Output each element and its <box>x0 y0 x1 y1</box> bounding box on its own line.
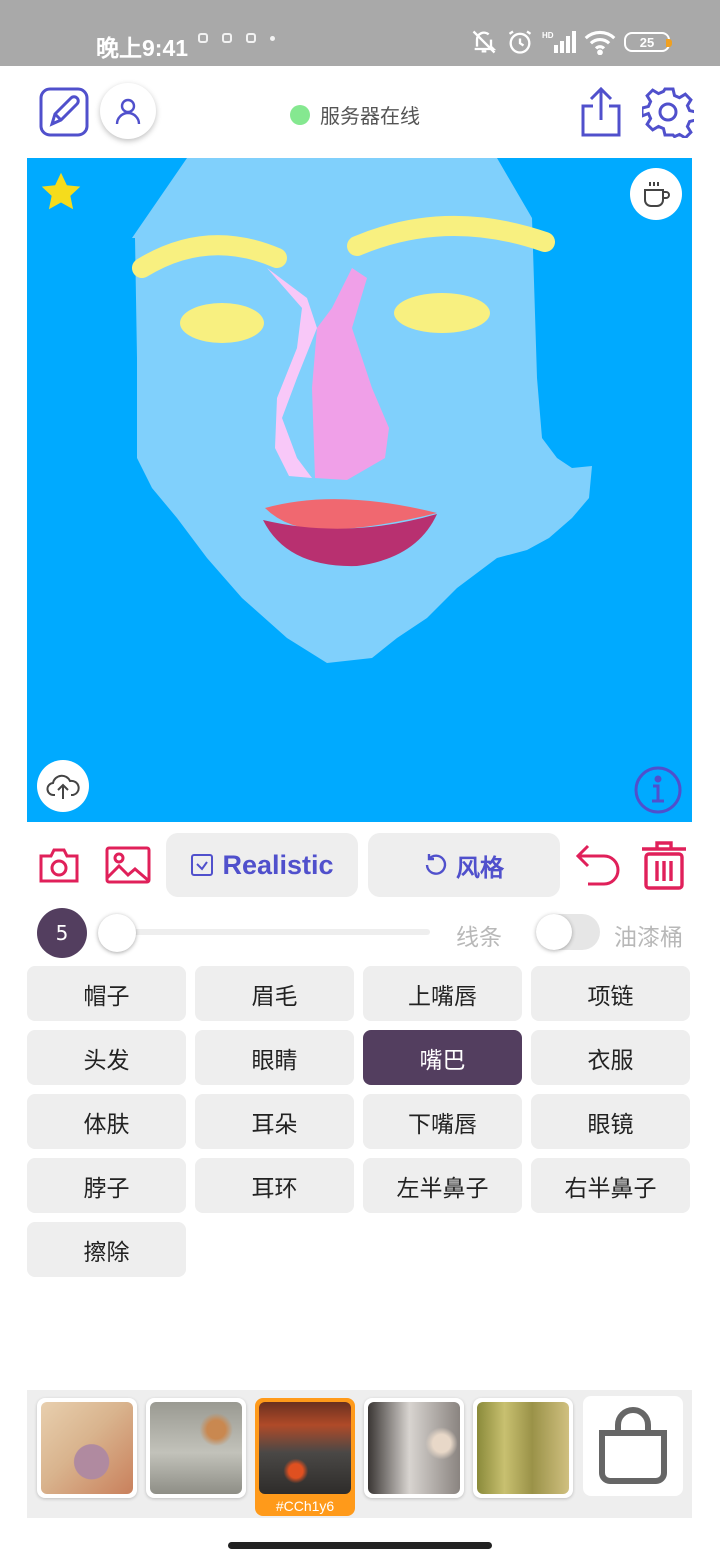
realistic-label: Realistic <box>222 849 334 880</box>
style-thumbnail[interactable] <box>146 1398 246 1498</box>
brush-size-slider-thumb[interactable] <box>98 914 136 952</box>
part-button-eyes[interactable]: 眼睛 <box>195 1030 354 1085</box>
undo-icon[interactable] <box>574 842 624 888</box>
server-status: 服务器在线 <box>290 100 420 129</box>
thumbnail-image <box>41 1402 133 1494</box>
thumbnail-image <box>259 1402 351 1494</box>
thumbnail-image <box>150 1402 242 1494</box>
star-icon[interactable] <box>39 170 83 214</box>
gear-icon[interactable] <box>642 86 694 138</box>
coffee-cup-icon <box>644 182 670 207</box>
coffee-cup-button[interactable] <box>630 168 682 220</box>
info-icon[interactable] <box>632 764 684 816</box>
home-indicator[interactable] <box>228 1542 492 1549</box>
user-icon <box>115 98 141 125</box>
user-profile-button[interactable] <box>100 83 156 139</box>
realistic-button[interactable]: Realistic <box>166 833 358 897</box>
cloud-upload-button[interactable] <box>37 760 89 812</box>
toggle-knob <box>536 914 572 950</box>
part-button-eyebrows[interactable]: 眉毛 <box>195 966 354 1021</box>
part-button-hat[interactable]: 帽子 <box>27 966 186 1021</box>
part-button-ears[interactable]: 耳朵 <box>195 1094 354 1149</box>
checkbox-icon <box>191 854 214 876</box>
status-time: 晚上9:41 <box>96 35 189 61</box>
paint-bucket-toggle[interactable] <box>536 914 600 950</box>
battery-indicator: 25 <box>624 32 672 52</box>
app-header: 服务器在线 <box>0 66 720 158</box>
server-online-dot <box>290 104 310 125</box>
signal-icon: HD <box>542 31 576 53</box>
part-button-clothes[interactable]: 衣服 <box>531 1030 690 1085</box>
sketch-drawing <box>132 158 592 663</box>
thumbnail-image <box>477 1402 569 1494</box>
status-bar: 晚上9:41 HD 25 <box>0 0 720 66</box>
style-thumbnail[interactable] <box>37 1398 137 1498</box>
wifi-icon <box>584 30 616 55</box>
image-icon[interactable] <box>105 846 151 884</box>
server-status-text: 服务器在线 <box>320 104 420 128</box>
paint-bucket-label: 油漆桶 <box>614 925 683 951</box>
shopping-bag-icon <box>599 1407 667 1484</box>
part-button-mouth[interactable]: 嘴巴 <box>363 1030 522 1085</box>
status-icons: HD 25 <box>470 28 672 56</box>
tool-row: Realistic 风格 <box>0 832 720 898</box>
brush-size-badge: 5 <box>37 908 87 958</box>
style-button[interactable]: 风格 <box>368 833 560 897</box>
mute-bell-icon <box>472 30 497 54</box>
brush-size-slider[interactable] <box>98 929 430 935</box>
part-button-erase[interactable]: 擦除 <box>27 1222 186 1277</box>
part-button-neck[interactable]: 脖子 <box>27 1158 186 1213</box>
drawing-canvas[interactable] <box>27 158 692 822</box>
style-thumbnail-strip: #CCh1y6 <box>27 1390 692 1518</box>
share-icon[interactable] <box>578 86 624 138</box>
part-button-left-nose[interactable]: 左半鼻子 <box>363 1158 522 1213</box>
brush-settings: 5 线条 油漆桶 <box>0 908 720 958</box>
thumbnail-code: #CCh1y6 <box>275 1498 335 1514</box>
trash-icon[interactable] <box>640 840 688 890</box>
alarm-icon <box>508 30 532 54</box>
part-button-hair[interactable]: 头发 <box>27 1030 186 1085</box>
part-button-skin[interactable]: 体肤 <box>27 1094 186 1149</box>
style-label: 风格 <box>456 853 504 882</box>
part-button-glasses[interactable]: 眼镜 <box>531 1094 690 1149</box>
camera-icon[interactable] <box>38 846 80 884</box>
edit-note-icon[interactable] <box>38 86 90 138</box>
part-button-lower-lip[interactable]: 下嘴唇 <box>363 1094 522 1149</box>
style-thumbnail[interactable] <box>364 1398 464 1498</box>
style-thumbnail-selected[interactable]: #CCh1y6 <box>255 1398 355 1516</box>
notification-icons <box>198 33 275 43</box>
thumbnail-image <box>368 1402 460 1494</box>
cloud-upload-icon <box>46 774 80 799</box>
style-thumbnail[interactable] <box>473 1398 573 1498</box>
line-mode-label: 线条 <box>456 925 502 951</box>
part-button-necklace[interactable]: 项链 <box>531 966 690 1021</box>
shopping-bag-button[interactable] <box>583 1396 683 1496</box>
refresh-icon <box>425 854 447 875</box>
part-button-upper-lip[interactable]: 上嘴唇 <box>363 966 522 1021</box>
svg-text:HD: HD <box>542 31 554 40</box>
part-button-earrings[interactable]: 耳环 <box>195 1158 354 1213</box>
part-selector-grid: 帽子 眉毛 上嘴唇 项链 头发 眼睛 嘴巴 衣服 体肤 耳朵 下嘴唇 眼镜 脖子… <box>27 966 691 1277</box>
part-button-right-nose[interactable]: 右半鼻子 <box>531 1158 690 1213</box>
